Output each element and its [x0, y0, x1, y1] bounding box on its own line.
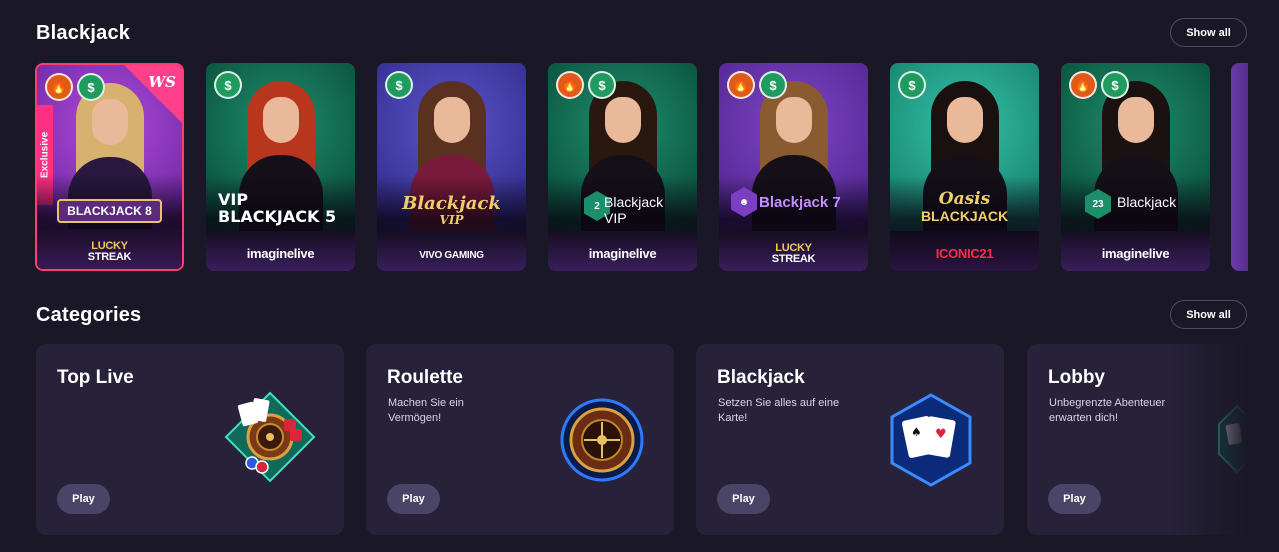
provider-logo: LUCKY STREAK: [87, 240, 132, 263]
game-card-next-partial[interactable]: [1231, 63, 1248, 271]
game-title: Blackjack VIP: [402, 193, 501, 228]
game-card-blackjack-vip-2[interactable]: 🔥 $ 2 Blackjack VIP imaginelive: [548, 63, 697, 271]
game-title: Blackjack VIP: [604, 194, 664, 226]
provider-logo: imaginelive: [1101, 246, 1170, 261]
dollar-icon: $: [77, 73, 105, 101]
category-title: Blackjack: [717, 367, 805, 388]
game-card-oasis-blackjack[interactable]: $ Oasis BLACKJACK ICONIC21: [890, 63, 1039, 271]
casino-table-icon: [224, 391, 316, 483]
game-title: Blackjack: [1117, 194, 1177, 210]
fire-icon: 🔥: [556, 71, 584, 99]
blackjack-section-title: Blackjack: [36, 22, 131, 44]
dollar-icon: $: [1101, 71, 1129, 99]
game-card-blackjack-vip-vivo[interactable]: $ Blackjack VIP VIVO GAMING: [377, 63, 526, 271]
category-title: Lobby: [1048, 367, 1105, 388]
dollar-icon: $: [588, 71, 616, 99]
category-title: Top Live: [57, 367, 134, 388]
game-card-blackjack-8[interactable]: WS 🔥 $ Exclusive BLACKJACK 8 LUCKY STREA…: [35, 63, 184, 271]
svg-text:♥: ♥: [935, 427, 947, 442]
provider-logo: LUCKY STREAK: [771, 242, 816, 265]
play-button[interactable]: Play: [1048, 484, 1101, 514]
blackjack-games-carousel: WS 🔥 $ Exclusive BLACKJACK 8 LUCKY STREA…: [35, 62, 1248, 271]
categories-show-all-button[interactable]: Show all: [1170, 300, 1247, 329]
category-description: Unbegrenzte Abenteuer erwarten dich!: [1049, 397, 1166, 424]
category-description: Machen Sie ein Vermögen!: [388, 397, 464, 424]
categories-section-title: Categories: [36, 304, 142, 326]
dollar-icon: $: [214, 71, 242, 99]
game-title: BLACKJACK 8: [57, 199, 162, 223]
provider-logo: ICONIC21: [935, 246, 994, 261]
game-card-blackjack-7[interactable]: 🔥 $ ☻ Blackjack 7 LUCKY STREAK: [719, 63, 868, 271]
provider-logo: imaginelive: [246, 246, 315, 261]
categories-carousel: Top Live Play Roulette Machen Sie ein Ve…: [36, 344, 1248, 535]
roulette-wheel-icon: [560, 398, 644, 482]
blackjack-show-all-button[interactable]: Show all: [1170, 18, 1247, 47]
svg-text:♠: ♠: [911, 425, 922, 439]
provider-logo: VIVO GAMING: [419, 250, 484, 261]
provider-logo: imaginelive: [588, 246, 657, 261]
category-card-roulette[interactable]: Roulette Machen Sie ein Vermögen! Play: [366, 344, 674, 535]
category-card-top-live[interactable]: Top Live Play: [36, 344, 344, 535]
ws-logo: WS: [148, 73, 176, 91]
game-card-vip-blackjack-5[interactable]: $ VIP BLACKJACK 5 imaginelive: [206, 63, 355, 271]
dollar-icon: $: [759, 71, 787, 99]
play-button[interactable]: Play: [717, 484, 770, 514]
fire-icon: 🔥: [727, 71, 755, 99]
dollar-icon: $: [898, 71, 926, 99]
game-title: Blackjack 7: [759, 194, 841, 211]
category-description: Setzen Sie alles auf eine Karte!: [718, 397, 840, 424]
game-title: VIP BLACKJACK 5: [218, 190, 337, 226]
game-card-blackjack-23[interactable]: 🔥 $ 23 Blackjack imaginelive: [1061, 63, 1210, 271]
play-button[interactable]: Play: [387, 484, 440, 514]
playing-cards-icon: ♠ ♥: [890, 393, 972, 487]
game-title: Oasis BLACKJACK: [920, 189, 1009, 225]
category-card-blackjack[interactable]: Blackjack Setzen Sie alles auf eine Kart…: [696, 344, 1004, 535]
category-title: Roulette: [387, 367, 463, 388]
fire-icon: 🔥: [1069, 71, 1097, 99]
play-button[interactable]: Play: [57, 484, 110, 514]
dollar-icon: $: [385, 71, 413, 99]
fire-icon: 🔥: [45, 73, 73, 101]
